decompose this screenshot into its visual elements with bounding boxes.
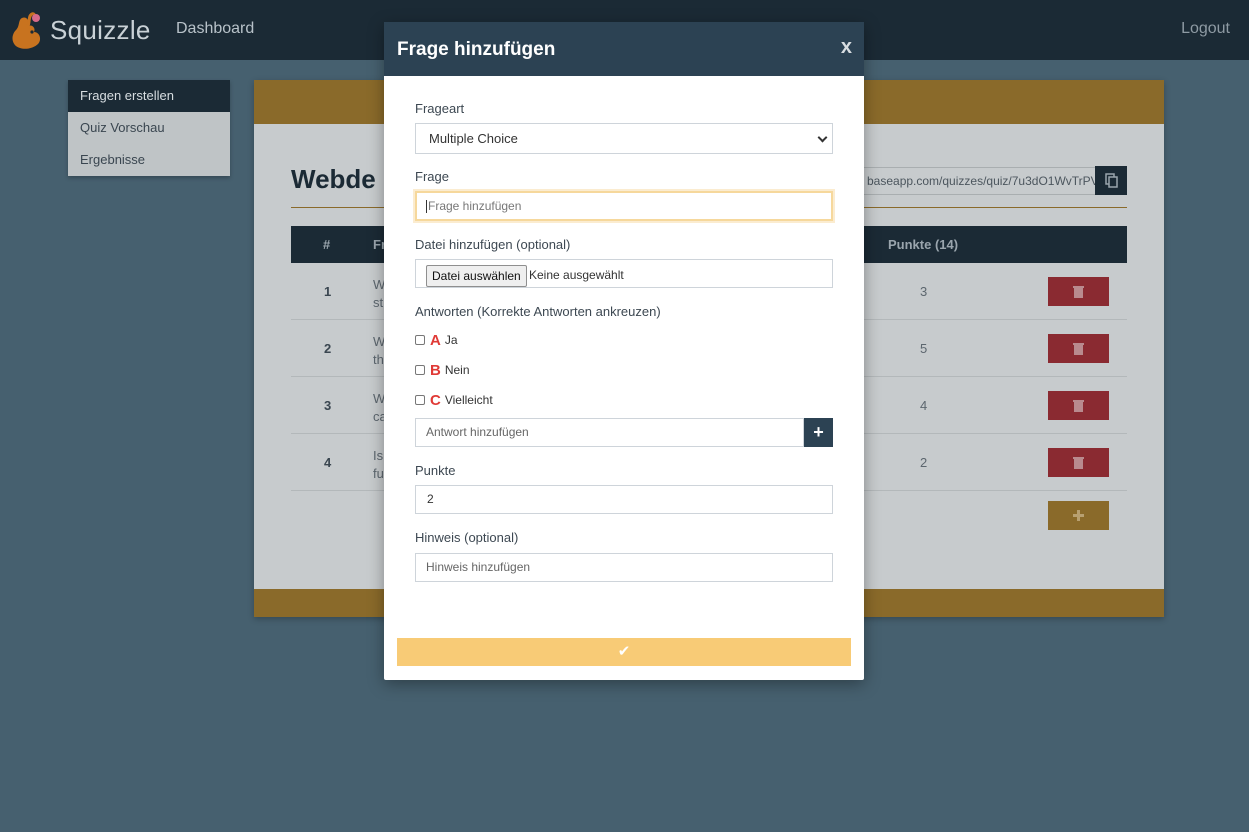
answer-letter: A — [430, 331, 441, 349]
row-num: 3 — [324, 398, 332, 413]
brand[interactable]: Squizzle — [10, 10, 151, 50]
squirrel-logo-icon — [12, 12, 41, 49]
answer-option: B Nein — [415, 361, 470, 379]
add-question-modal: Frage hinzufügen x Frageart Multiple Cho… — [384, 22, 864, 680]
row-num: 1 — [324, 284, 332, 299]
hinweis-label: Hinweis (optional) — [415, 530, 519, 545]
header-points: Punkte (14) — [888, 237, 959, 252]
plus-icon — [1073, 510, 1084, 521]
file-status: Keine ausgewählt — [529, 268, 624, 282]
punkte-label: Punkte — [415, 463, 456, 478]
answer-checkbox[interactable] — [415, 335, 425, 345]
delete-question-button[interactable] — [1048, 448, 1109, 477]
delete-question-button[interactable] — [1048, 277, 1109, 306]
answer-option: C Vielleicht — [415, 391, 493, 409]
antworten-label: Antworten (Korrekte Antworten ankreuzen) — [415, 304, 661, 319]
answer-option: A Ja — [415, 331, 458, 349]
answer-text: Vielleicht — [444, 393, 493, 407]
frageart-label: Frageart — [415, 101, 465, 116]
delete-question-button[interactable] — [1048, 334, 1109, 363]
add-question-button[interactable] — [1048, 501, 1109, 530]
answer-checkbox[interactable] — [415, 365, 425, 375]
logout-link[interactable]: Logout — [1181, 20, 1230, 38]
answer-input[interactable]: Antwort hinzufügen — [415, 418, 804, 447]
file-input: Datei auswählen Keine ausgewählt — [415, 259, 833, 288]
add-answer-button[interactable]: + — [804, 418, 833, 447]
frage-label: Frage — [415, 169, 449, 184]
modal-header: Frage hinzufügen x — [384, 22, 864, 76]
chevron-down-icon — [817, 132, 828, 143]
answer-checkbox[interactable] — [415, 395, 425, 405]
header-num: # — [323, 237, 331, 252]
row-num: 2 — [324, 341, 332, 356]
row-points: 2 — [920, 455, 928, 470]
copy-icon — [1105, 173, 1118, 188]
trash-icon — [1073, 286, 1084, 298]
quiz-title: Webde — [291, 164, 376, 194]
delete-question-button[interactable] — [1048, 391, 1109, 420]
datei-label: Datei hinzufügen (optional) — [415, 237, 571, 252]
check-icon: ✔ — [617, 643, 631, 660]
row-num: 4 — [324, 455, 332, 470]
frageart-select[interactable]: Multiple Choice — [415, 123, 833, 154]
answer-text: Ja — [444, 333, 458, 347]
answer-letter: C — [430, 391, 441, 409]
answer-letter: B — [430, 361, 441, 379]
sidebar-item-quiz-vorschau[interactable]: Quiz Vorschau — [68, 112, 230, 144]
row-points: 5 — [920, 341, 928, 356]
brand-name: Squizzle — [50, 14, 151, 45]
frage-input[interactable]: Frage hinzufügen — [415, 191, 833, 221]
modal-title: Frage hinzufügen — [397, 39, 556, 60]
submit-button[interactable]: ✔ — [397, 638, 851, 666]
punkte-input[interactable]: 2 — [415, 485, 833, 514]
frage-placeholder: Frage hinzufügen — [428, 199, 522, 213]
trash-icon — [1073, 343, 1084, 355]
row-points: 3 — [920, 284, 928, 299]
quiz-url-field[interactable]: baseapp.com/quizzes/quiz/7u3dO1WvTrPV — [862, 167, 1096, 195]
trash-icon — [1073, 457, 1084, 469]
sidebar-item-fragen-erstellen[interactable]: Fragen erstellen — [68, 80, 230, 112]
sidebar-item-ergebnisse[interactable]: Ergebnisse — [68, 144, 230, 176]
trash-icon — [1073, 400, 1084, 412]
choose-file-button[interactable]: Datei auswählen — [426, 265, 527, 287]
nav-dashboard-link[interactable]: Dashboard — [176, 20, 254, 38]
frageart-selected-value: Multiple Choice — [429, 131, 518, 146]
text-cursor — [426, 200, 427, 214]
row-points: 4 — [920, 398, 928, 413]
copy-url-button[interactable] — [1095, 166, 1127, 195]
close-icon[interactable]: x — [841, 36, 852, 59]
hinweis-input[interactable]: Hinweis hinzufügen — [415, 553, 833, 582]
answer-text: Nein — [444, 363, 470, 377]
sidebar: Fragen erstellen Quiz Vorschau Ergebniss… — [68, 80, 230, 176]
